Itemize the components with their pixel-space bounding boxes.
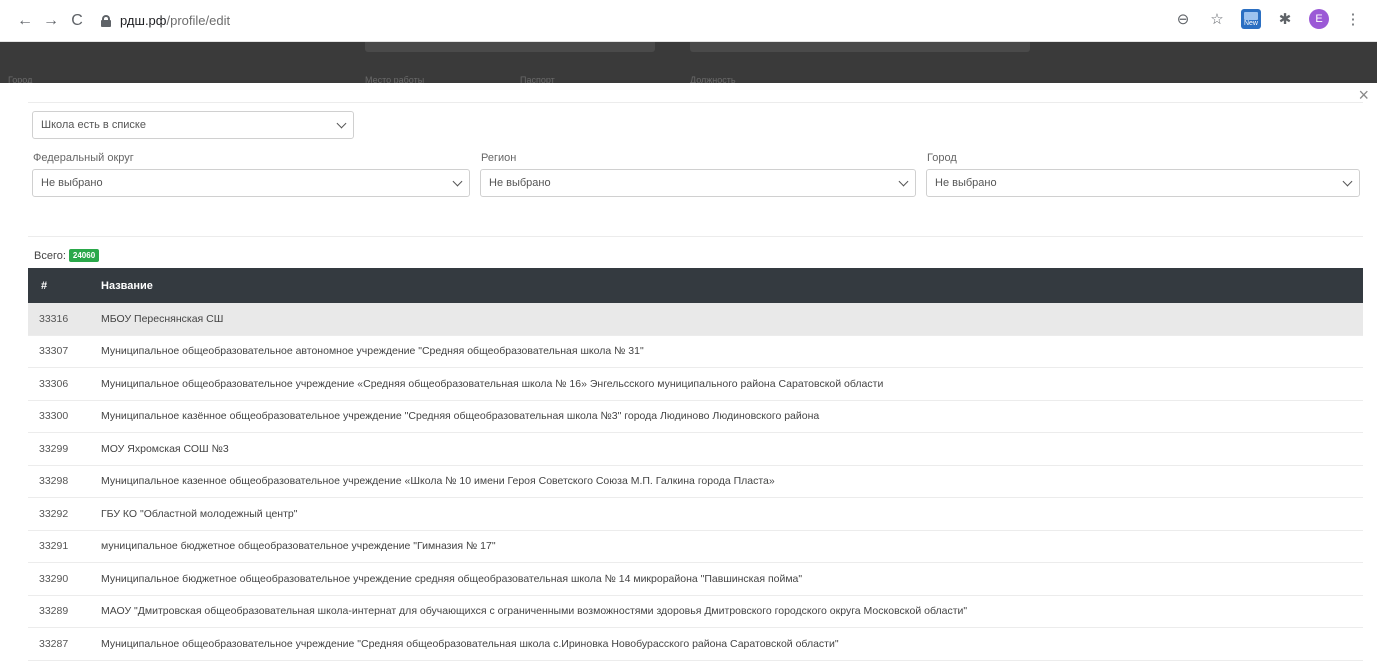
school-id-cell: 33316 bbox=[39, 312, 69, 325]
school-picker-modal: × Школа есть в списке Федеральный округ … bbox=[0, 83, 1377, 662]
background-field bbox=[365, 42, 655, 52]
address-bar[interactable]: рдш.рф/profile/edit bbox=[100, 7, 230, 35]
school-id-cell: 33287 bbox=[39, 637, 69, 650]
city-label: Город bbox=[927, 152, 957, 164]
extension-new-icon[interactable]: New bbox=[1241, 9, 1261, 29]
reload-icon[interactable]: C bbox=[64, 8, 90, 34]
school-name-cell: Муниципальное казенное общеобразовательн… bbox=[101, 475, 775, 488]
divider bbox=[28, 236, 1363, 237]
school-name-cell: Муниципальное общеобразовательное автоно… bbox=[101, 345, 644, 358]
chevron-down-icon bbox=[898, 176, 909, 187]
url-path: /profile/edit bbox=[166, 13, 231, 28]
region-value: Не выбрано bbox=[489, 177, 551, 189]
total-badge: 24060 bbox=[68, 249, 100, 262]
school-id-cell: 33291 bbox=[39, 540, 69, 553]
table-row[interactable]: 33292 ГБУ КО "Областной молодежный центр" bbox=[28, 498, 1363, 531]
background-page-overlay: Город Место работы Паспорт Должность bbox=[0, 42, 1377, 85]
school-mode-value: Школа есть в списке bbox=[41, 119, 146, 131]
school-id-cell: 33300 bbox=[39, 410, 69, 423]
region-select[interactable]: Не выбрано bbox=[480, 169, 916, 197]
background-field bbox=[690, 42, 1030, 52]
school-id-cell: 33299 bbox=[39, 442, 69, 455]
school-id-cell: 33289 bbox=[39, 605, 69, 618]
bookmark-star-icon[interactable]: ☆ bbox=[1207, 9, 1227, 29]
school-name-cell: Муниципальное казённое общеобразовательн… bbox=[101, 410, 820, 423]
school-id-cell: 33290 bbox=[39, 572, 69, 585]
chevron-down-icon bbox=[1342, 176, 1353, 187]
zoom-icon[interactable]: ⊖ bbox=[1173, 9, 1193, 29]
school-name-cell: Муниципальное общеобразовательное учрежд… bbox=[101, 377, 884, 390]
table-row[interactable]: 33316 МБОУ Переснянская СШ bbox=[28, 303, 1363, 336]
region-label: Регион bbox=[481, 152, 517, 164]
modal-body: Школа есть в списке Федеральный округ Не… bbox=[28, 102, 1363, 662]
url-host: рдш.рф bbox=[120, 13, 167, 28]
browser-menu-icon[interactable]: ⋮ bbox=[1343, 9, 1363, 29]
browser-toolbar: ← → C рдш.рф/profile/edit ⊖ ☆ New ✱ E ⋮ bbox=[0, 0, 1377, 42]
table-row[interactable]: 33287 Муниципальное общеобразовательное у… bbox=[28, 628, 1363, 661]
extension-new-label: New bbox=[1243, 20, 1258, 27]
district-label: Федеральный округ bbox=[33, 152, 134, 164]
school-mode-select[interactable]: Школа есть в списке bbox=[32, 111, 354, 139]
table-header: # Название bbox=[28, 268, 1363, 303]
schools-table: # Название 33316 МБОУ Переснянская СШ 3330… bbox=[28, 268, 1363, 661]
school-name-cell: МАОУ "Дмитровская общеобразовательная шк… bbox=[101, 605, 968, 618]
city-select[interactable]: Не выбрано bbox=[926, 169, 1360, 197]
school-id-cell: 33292 bbox=[39, 507, 69, 520]
district-value: Не выбрано bbox=[41, 177, 103, 189]
school-id-cell: 33306 bbox=[39, 377, 69, 390]
chevron-down-icon bbox=[336, 118, 347, 129]
school-id-cell: 33307 bbox=[39, 345, 69, 358]
school-name-cell: Муниципальное общеобразовательное учрежд… bbox=[101, 637, 839, 650]
column-header-id: # bbox=[41, 279, 48, 292]
table-row[interactable]: 33290 Муниципальное бюджетное общеобразов… bbox=[28, 563, 1363, 596]
school-name-cell: МБОУ Переснянская СШ bbox=[101, 312, 224, 325]
school-name-cell: МОУ Яхромская СОШ №3 bbox=[101, 442, 229, 455]
back-icon[interactable]: ← bbox=[12, 8, 38, 34]
table-row[interactable]: 33300 Муниципальное казённое общеобразова… bbox=[28, 401, 1363, 433]
extensions-puzzle-icon[interactable]: ✱ bbox=[1275, 9, 1295, 29]
total-count: Всего: 24060 bbox=[34, 249, 100, 262]
school-name-cell: ГБУ КО "Областной молодежный центр" bbox=[101, 507, 298, 520]
table-row[interactable]: 33307 Муниципальное общеобразовательное а… bbox=[28, 336, 1363, 368]
district-select[interactable]: Не выбрано bbox=[32, 169, 470, 197]
table-row[interactable]: 33306 Муниципальное общеобразовательное у… bbox=[28, 368, 1363, 401]
city-value: Не выбрано bbox=[935, 177, 997, 189]
lock-icon bbox=[100, 14, 112, 27]
table-row[interactable]: 33289 МАОУ "Дмитровская общеобразовательн… bbox=[28, 596, 1363, 628]
column-header-name: Название bbox=[101, 279, 153, 292]
chevron-down-icon bbox=[452, 176, 463, 187]
profile-avatar[interactable]: E bbox=[1309, 9, 1329, 29]
school-id-cell: 33298 bbox=[39, 475, 69, 488]
table-row[interactable]: 33291 муниципальное бюджетное общеобразов… bbox=[28, 531, 1363, 563]
table-row[interactable]: 33299 МОУ Яхромская СОШ №3 bbox=[28, 433, 1363, 466]
forward-icon[interactable]: → bbox=[38, 8, 64, 34]
total-label: Всего: bbox=[34, 249, 66, 262]
table-row[interactable]: 33298 Муниципальное казенное общеобразова… bbox=[28, 466, 1363, 498]
school-name-cell: муниципальное бюджетное общеобразователь… bbox=[101, 540, 496, 553]
school-name-cell: Муниципальное бюджетное общеобразователь… bbox=[101, 572, 803, 585]
